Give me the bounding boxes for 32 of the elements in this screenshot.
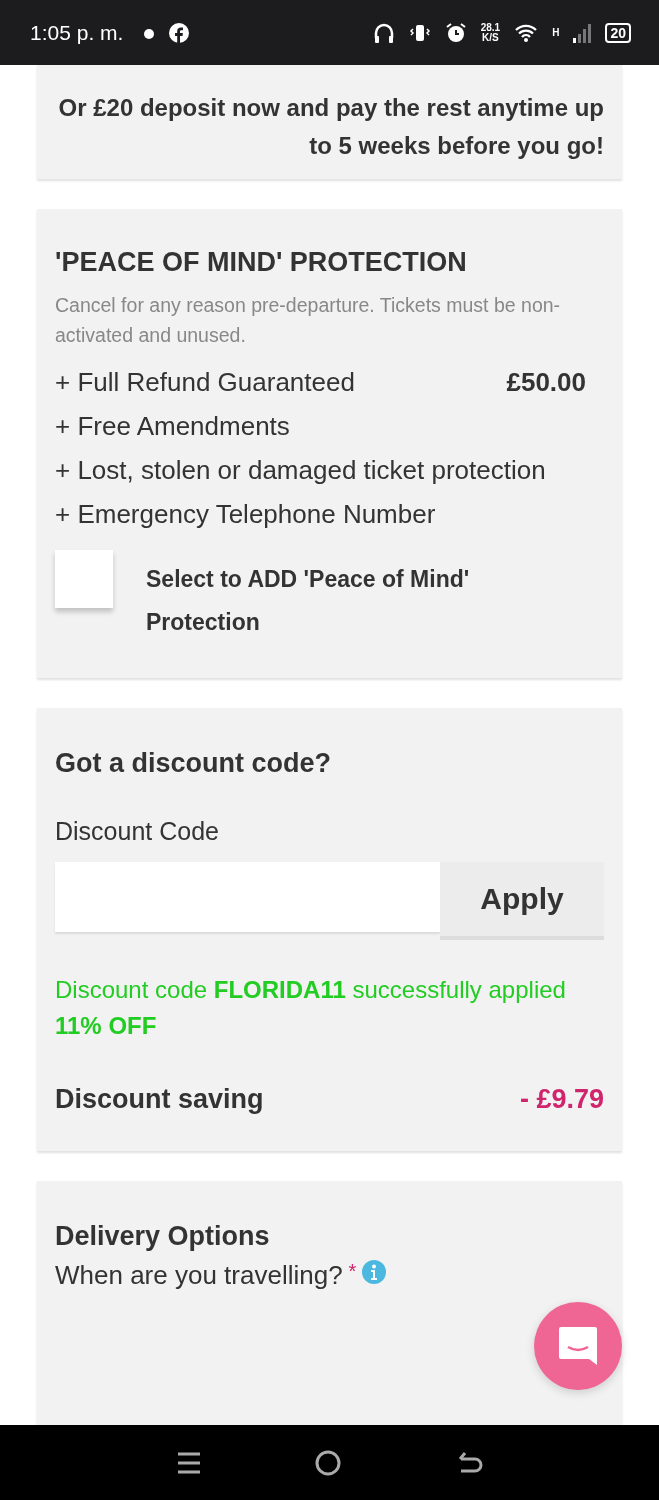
discount-code-field[interactable] [55,862,440,932]
delivery-title: Delivery Options [55,1221,271,1252]
question-text: When are you travelling? [55,1260,343,1291]
checkbox-label: Select to ADD 'Peace of Mind' Protection [146,565,471,637]
field-label: Discount Code [55,817,220,846]
headphones-icon [372,21,395,44]
protection-note: Cancel for any reason pre-departure. Tickets must be non-activated and unused. [55,293,562,348]
social-icon [169,22,190,43]
protection-checkbox[interactable] [55,550,113,608]
status-time: 1:05 p. m. [30,20,124,45]
apply-button[interactable]: Apply [440,862,604,940]
saving-value: - £9.79 [519,1084,604,1115]
info-icon[interactable] [362,1260,387,1284]
required-mark: * [348,1260,357,1283]
offer-text: 11% OFF [55,1012,158,1040]
network-type: H [552,27,560,38]
wifi-icon [514,22,539,43]
battery-level: 20 [605,22,631,43]
benefit-text: + Emergency Telephone Number [55,498,436,531]
alarm-icon [444,21,467,44]
saving-label: Discount saving [55,1084,264,1115]
benefit-text: + Full Refund Guaranteed [55,366,355,399]
benefit-text: + Lost, stolen or damaged ticket protection [55,454,546,487]
protection-title: 'PEACE OF MIND' PROTECTION [55,247,468,278]
success-message: Discount code FLORIDA11 successfully applied [55,976,567,1004]
discount-title: Got a discount code? [55,748,332,779]
benefit-text: + Free Amendments [55,410,290,443]
protection-price: £50.00 [506,366,586,399]
deposit-note: Or £20 deposit now and pay the rest anytime up to 5 weeks before you go! [57,93,604,161]
home-icon[interactable] [314,1448,343,1477]
network-speed: 28.1 K/S [480,22,501,43]
signal-icon [573,22,592,43]
